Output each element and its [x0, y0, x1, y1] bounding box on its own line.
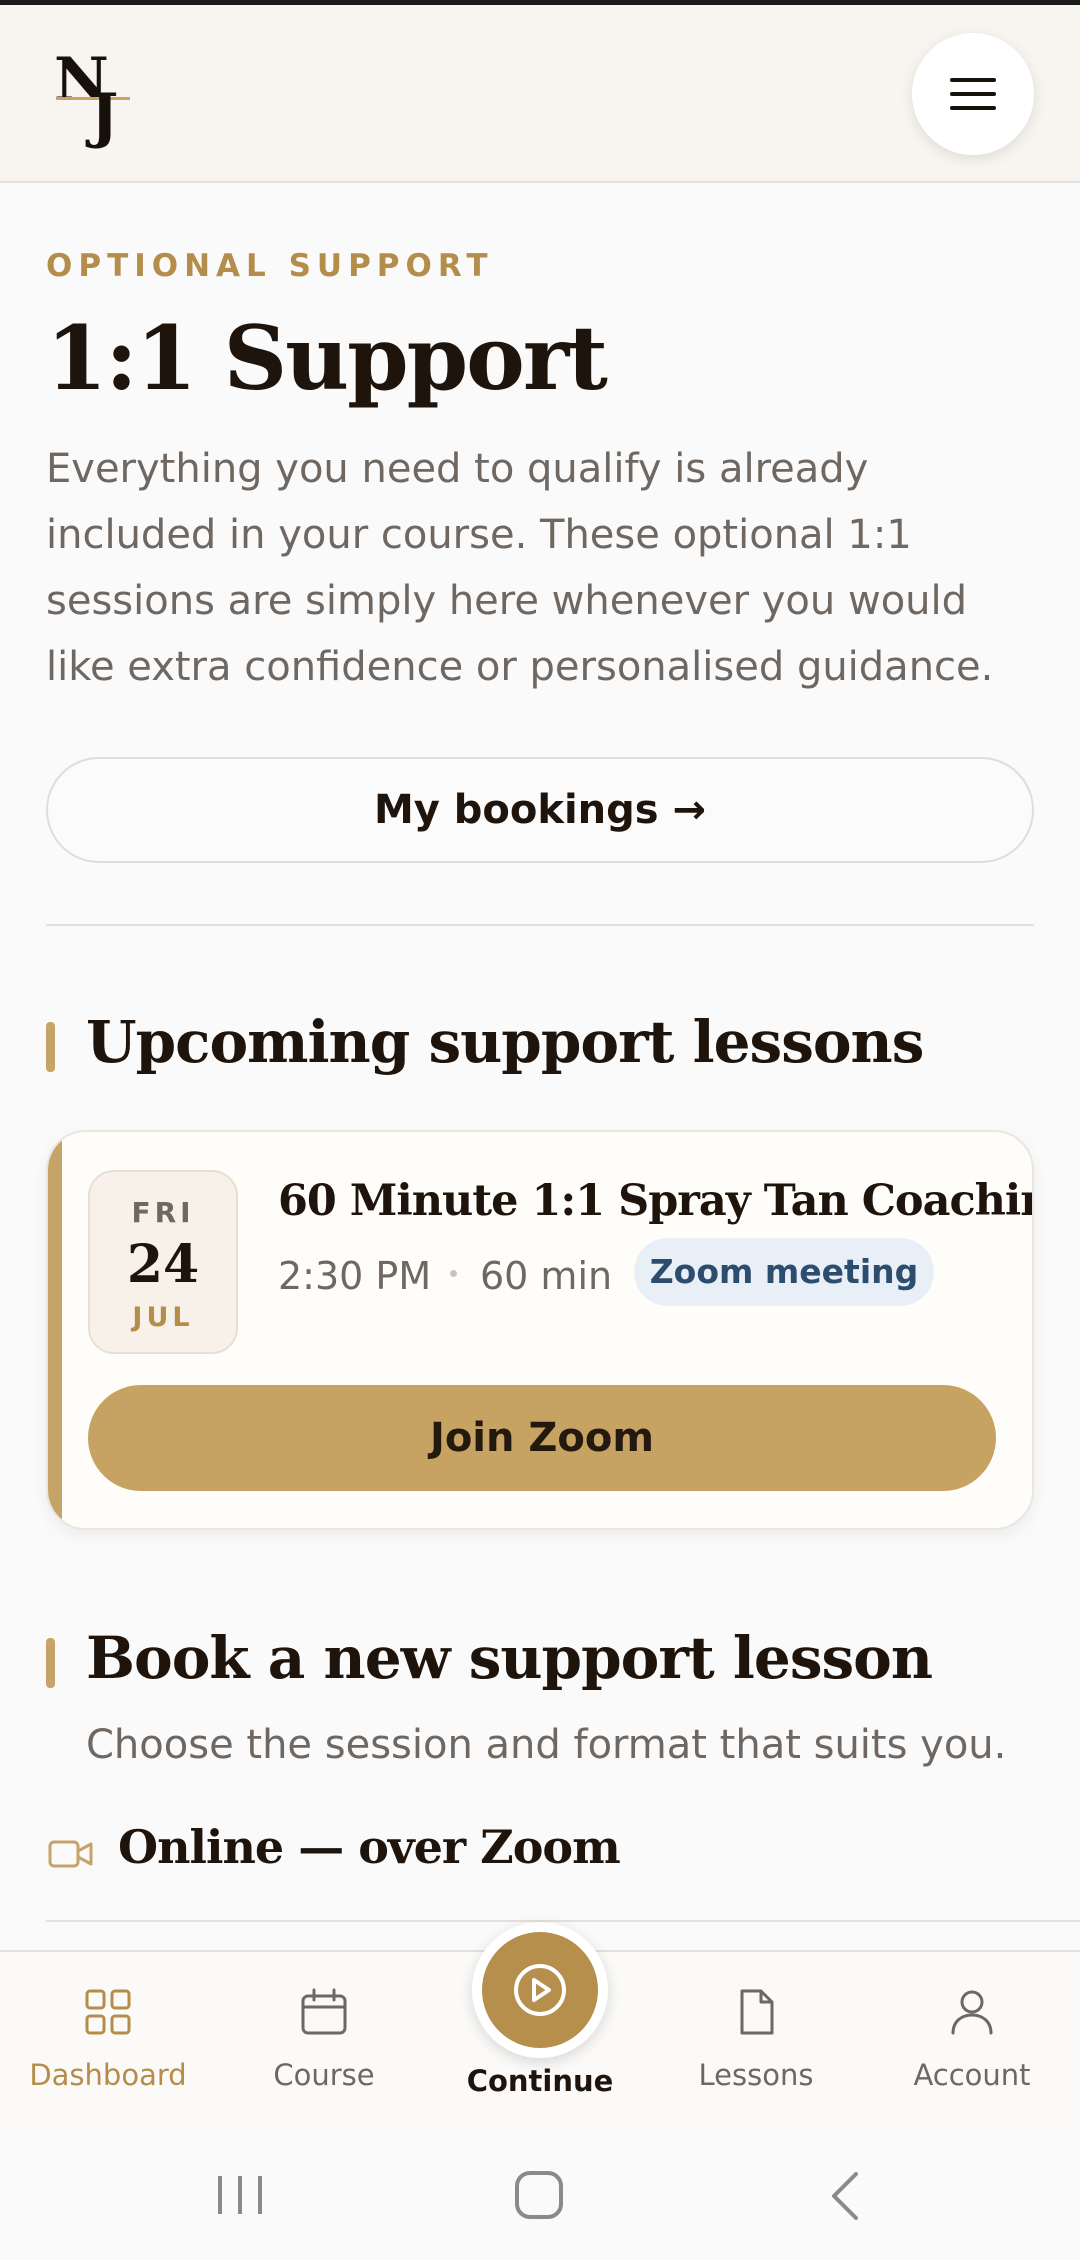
menu-button[interactable] [912, 33, 1034, 155]
nav-dashboard-label: Dashboard [29, 2058, 187, 2092]
eyebrow-label: OPTIONAL SUPPORT [46, 248, 494, 284]
hamburger-menu-icon-line [950, 92, 996, 96]
lesson-name: 60 Minute 1:1 Spray Tan Coaching [278, 1176, 1034, 1226]
nav-continue-label: Continue [466, 2064, 614, 2098]
logo-letter-j: J [90, 81, 119, 151]
intro-text: Everything you need to qualify is alread… [46, 446, 994, 690]
my-bookings-button[interactable]: My bookings → [46, 757, 1034, 863]
nav-dashboard[interactable]: Dashboard [0, 1952, 216, 2132]
home-icon[interactable] [512, 2168, 568, 2224]
continue-button-face [482, 1932, 598, 2048]
brand-logo[interactable]: N J [46, 41, 142, 151]
lesson-time: 2:30 PM [278, 1254, 432, 1298]
date-badge: FRI 24 JUL [88, 1170, 238, 1354]
app-header: N J [0, 5, 1080, 183]
bottom-navigation: Dashboard Course Continue Lessons Accoun… [0, 1922, 1080, 2132]
date-day: 24 [126, 1234, 200, 1295]
system-navigation-bar [0, 2130, 1080, 2260]
hamburger-menu-icon [950, 78, 996, 82]
user-icon [951, 1990, 993, 2035]
book-heading: Book a new support lesson [86, 1624, 933, 1692]
continue-button[interactable] [472, 1922, 608, 2058]
format-badge: Zoom meeting [634, 1238, 934, 1306]
date-day-of-week: FRI [131, 1196, 195, 1229]
join-zoom-button[interactable]: Join Zoom [88, 1385, 996, 1491]
nav-account[interactable]: Account [864, 1952, 1080, 2132]
upcoming-lesson-card: FRI 24 JUL 60 Minute 1:1 Spray Tan Coach… [46, 1130, 1034, 1530]
book-subtitle: Choose the session and format that suits… [86, 1722, 1007, 1768]
recent-apps-icon[interactable] [210, 2170, 270, 2220]
grid-icon [85, 1989, 131, 2035]
nav-lessons-label: Lessons [698, 2058, 814, 2092]
card-accent-bar [48, 1132, 62, 1528]
nav-account-label: Account [913, 2058, 1031, 2092]
page-title: 1:1 Support [46, 306, 608, 410]
section-accent-bar [46, 1638, 55, 1688]
date-month: JUL [132, 1302, 194, 1333]
video-camera-icon [48, 1840, 93, 1868]
hamburger-menu-icon-line [950, 106, 996, 110]
nav-course[interactable]: Course [216, 1952, 432, 2132]
lesson-duration: 60 min [480, 1254, 613, 1298]
back-icon[interactable] [820, 2168, 870, 2224]
play-icon [514, 1964, 566, 2016]
document-icon [740, 1989, 774, 2035]
online-format-label[interactable]: Online — over Zoom [118, 1820, 621, 1874]
calendar-icon [301, 1988, 347, 2035]
nav-course-label: Course [273, 2058, 375, 2092]
separator-dot [450, 1270, 457, 1277]
section-divider [46, 924, 1034, 926]
nav-lessons[interactable]: Lessons [648, 1952, 864, 2132]
upcoming-heading: Upcoming support lessons [86, 1008, 924, 1076]
section-accent-bar [46, 1022, 55, 1072]
content-card-edge [46, 1920, 1080, 1922]
